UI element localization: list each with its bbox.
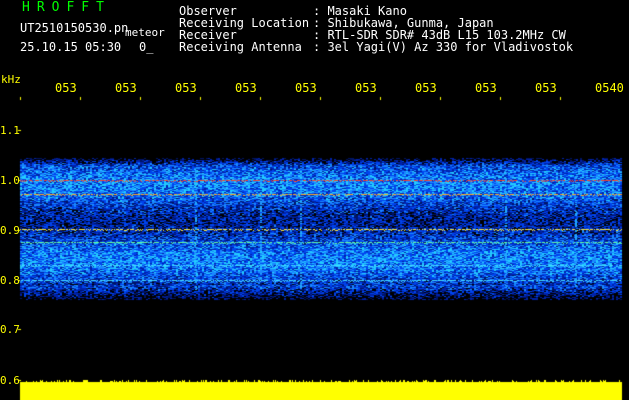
time-axis-label: 053: [175, 81, 197, 95]
file-name: UT2510150530.pn: [20, 21, 129, 35]
info-label-antenna: Receiving Antenna: [179, 40, 302, 54]
time-axis-label: 053: [415, 81, 437, 95]
freq-axis-label: 0.8: [0, 274, 20, 287]
time-axis-label: 053: [55, 81, 77, 95]
freq-axis-label: 1.1: [0, 124, 20, 137]
freq-axis-label: 0.6: [0, 374, 20, 387]
freq-axis-label: 1.0: [0, 174, 20, 187]
meteor-count: 0_: [139, 40, 154, 54]
meteor-tag: meteor: [125, 26, 165, 39]
app-title: HROFFT: [22, 0, 111, 15]
freq-axis-label: 0.7: [0, 323, 20, 336]
date-time: 25.10.15 05:30: [20, 40, 122, 54]
time-axis-label: 053: [115, 81, 137, 95]
time-axis-label: 053: [235, 81, 257, 95]
spectrogram-canvas: [0, 0, 629, 400]
time-axis-label: 053: [535, 81, 557, 95]
info-value-antenna: : 3el Yagi(V) Az 330 for Vladivostok: [313, 40, 574, 54]
time-axis-label: 053: [475, 81, 497, 95]
time-axis-label: 053: [295, 81, 317, 95]
time-axis-label: 053: [355, 81, 377, 95]
freq-axis-unit: kHz: [1, 73, 21, 86]
time-axis-label: 0540: [595, 81, 624, 95]
freq-axis-label: 0.9: [0, 224, 20, 237]
